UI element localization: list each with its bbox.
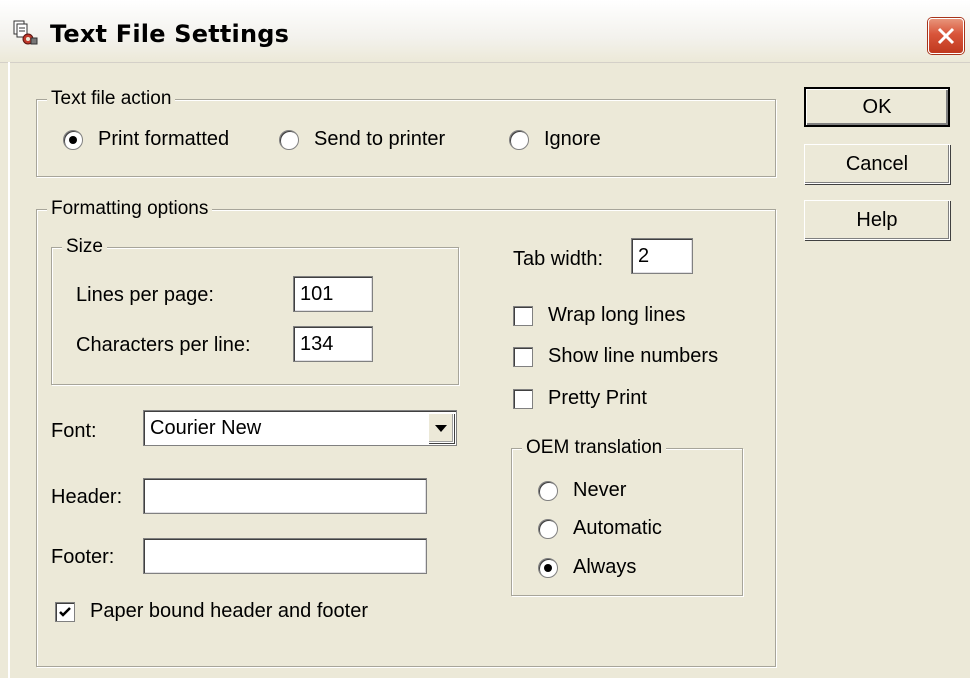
header-label: Header: <box>51 486 123 508</box>
font-select[interactable]: Courier New <box>143 410 457 446</box>
radio-send-to-printer-label: Send to printer <box>314 128 446 150</box>
lines-per-page-label: Lines per page: <box>76 284 214 306</box>
lines-per-page-input[interactable]: 101 <box>293 276 373 312</box>
formatting-options-group: Formatting options Size Lines per page: … <box>36 197 776 667</box>
oem-translation-group: OEM translation Never Automatic Always <box>511 436 743 596</box>
paper-bound-checkbox[interactable]: Paper bound header and footer <box>55 600 368 623</box>
text-file-action-legend: Text file action <box>47 87 176 111</box>
characters-per-line-label: Characters per line: <box>76 334 251 356</box>
radio-ignore-label: Ignore <box>544 128 601 150</box>
oem-translation-legend: OEM translation <box>522 436 667 460</box>
chevron-down-icon <box>435 425 447 432</box>
paper-bound-label: Paper bound header and footer <box>90 600 368 622</box>
dialog-title: Text File Settings <box>50 20 290 48</box>
pretty-print-checkbox[interactable]: Pretty Print <box>513 387 647 410</box>
wrap-long-lines-checkbox[interactable]: Wrap long lines <box>513 304 685 327</box>
cancel-button[interactable]: Cancel <box>804 144 950 184</box>
radio-ignore[interactable]: Ignore <box>509 128 601 151</box>
show-line-numbers-checkbox[interactable]: Show line numbers <box>513 345 718 368</box>
text-file-action-group: Text file action Print formatted Send to… <box>36 87 776 177</box>
radio-selected-dot <box>544 563 552 572</box>
close-button[interactable] <box>928 18 964 54</box>
radio-print-formatted-label: Print formatted <box>98 128 230 150</box>
wrap-long-lines-label: Wrap long lines <box>548 304 686 326</box>
checkmark-icon <box>59 606 71 617</box>
text-settings-icon <box>12 20 38 46</box>
footer-input[interactable] <box>143 538 427 574</box>
radio-automatic[interactable]: Automatic <box>538 517 662 540</box>
radio-never-label: Never <box>573 479 627 501</box>
radio-automatic-label: Automatic <box>573 517 662 539</box>
font-label: Font: <box>51 420 97 442</box>
characters-per-line-input[interactable]: 134 <box>293 326 373 362</box>
radio-print-formatted[interactable]: Print formatted <box>63 128 229 151</box>
radio-always-label: Always <box>573 556 637 578</box>
tab-width-label: Tab width: <box>513 248 604 270</box>
show-line-numbers-label: Show line numbers <box>548 345 719 367</box>
font-select-value: Courier New <box>150 417 262 439</box>
formatting-options-legend: Formatting options <box>47 197 213 221</box>
text-file-settings-dialog: Text File Settings Text file action Prin… <box>0 0 970 678</box>
radio-never[interactable]: Never <box>538 479 626 502</box>
radio-send-to-printer[interactable]: Send to printer <box>279 128 445 151</box>
footer-label: Footer: <box>51 546 115 568</box>
radio-selected-dot <box>69 135 77 144</box>
help-button[interactable]: Help <box>804 200 950 240</box>
font-dropdown-button[interactable] <box>428 413 454 443</box>
size-group: Size Lines per page: 101 Characters per … <box>51 235 459 385</box>
pretty-print-label: Pretty Print <box>548 387 647 409</box>
ok-button[interactable]: OK <box>804 87 950 127</box>
title-bar[interactable]: Text File Settings <box>0 0 970 63</box>
close-icon <box>937 27 955 45</box>
dialog-client-area: Text file action Print formatted Send to… <box>8 62 970 678</box>
size-legend: Size <box>62 235 107 259</box>
radio-always[interactable]: Always <box>538 556 636 579</box>
header-input[interactable] <box>143 478 427 514</box>
tab-width-input[interactable]: 2 <box>631 238 693 274</box>
